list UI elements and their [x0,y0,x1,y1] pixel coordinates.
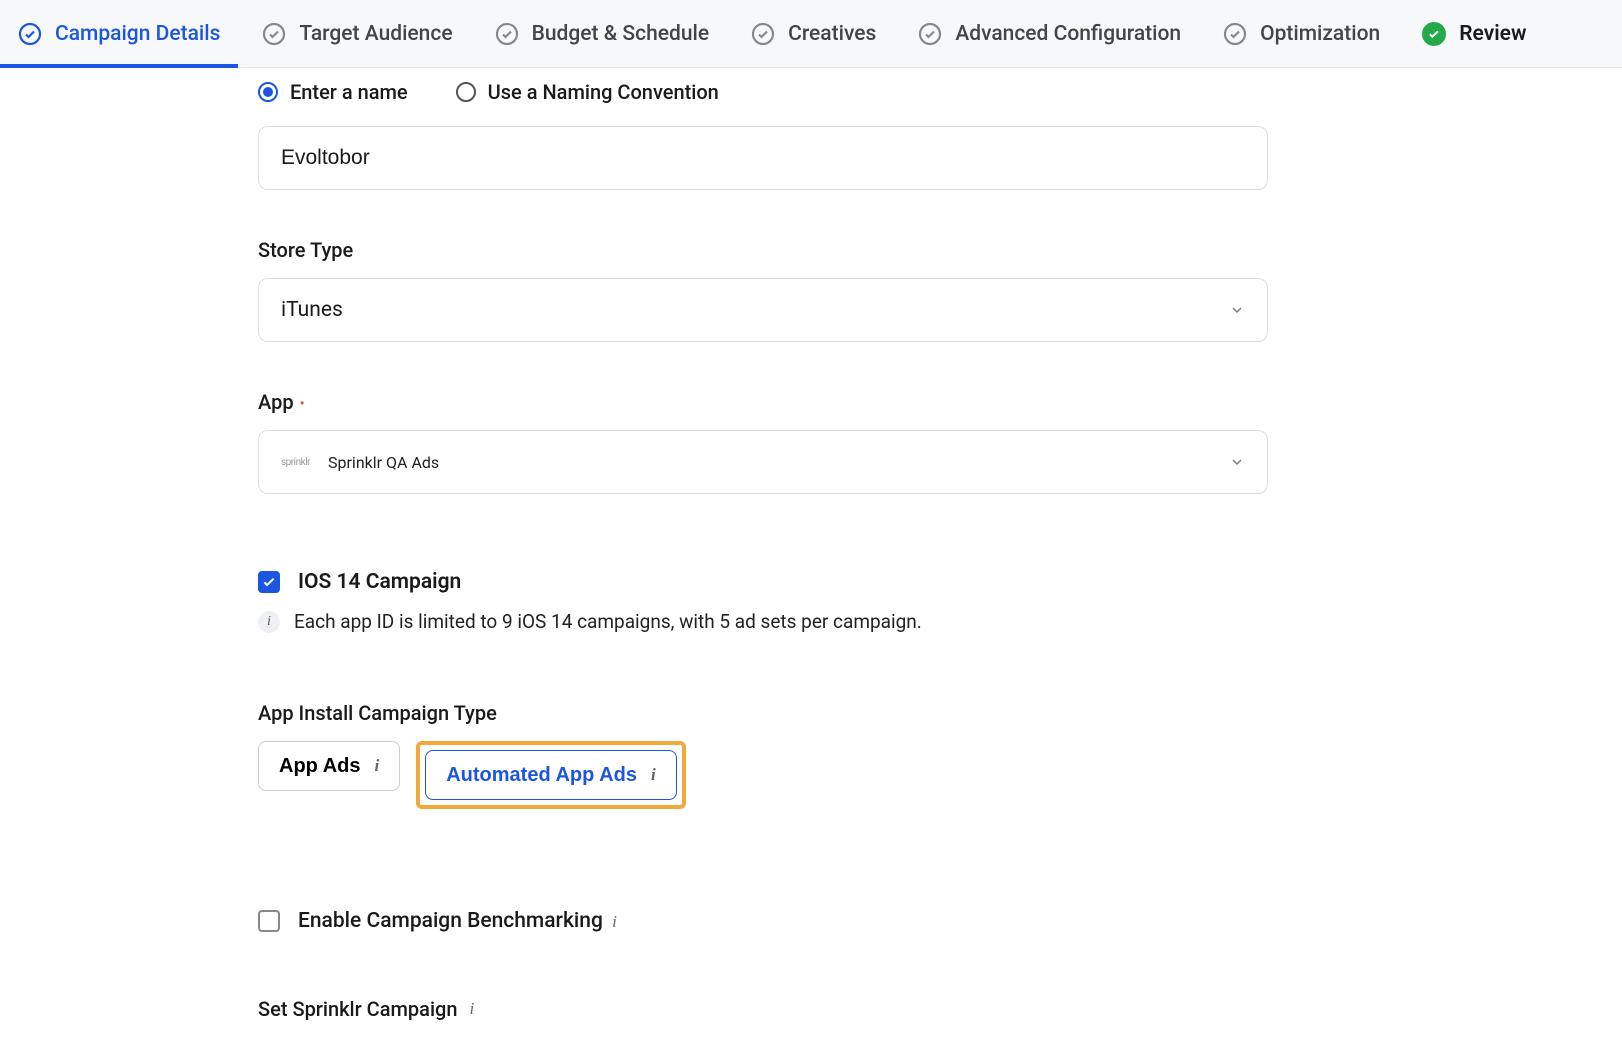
tab-label: Budget & Schedule [532,22,710,46]
type-option-automated-app-ads[interactable]: Automated App Ads i [425,750,676,800]
store-type-select[interactable]: iTunes [258,278,1268,342]
radio-enter-name[interactable]: Enter a name [258,80,408,104]
tab-label: Optimization [1260,22,1380,46]
type-option-label: App Ads [279,755,360,778]
app-logo-icon: sprinklr [281,457,310,468]
check-circle-icon [18,22,42,46]
app-value: sprinklr Sprinklr QA Ads [281,453,439,472]
info-icon: i [470,999,475,1019]
check-circle-icon [751,22,775,46]
wizard-tabs: Campaign Details Target Audience Budget … [0,0,1622,68]
check-circle-icon [918,22,942,46]
check-circle-filled-icon [1422,22,1446,46]
benchmarking-row: Enable Campaign Benchmarking i [258,909,1280,933]
tab-label: Advanced Configuration [955,22,1181,46]
check-circle-icon [262,22,286,46]
app-name: Sprinklr QA Ads [328,453,439,472]
chevron-down-icon [1229,302,1245,318]
tab-campaign-details[interactable]: Campaign Details [18,0,220,67]
type-option-label: Automated App Ads [446,764,637,787]
highlight-annotation: Automated App Ads i [416,741,685,809]
ios14-checkbox-row: IOS 14 Campaign [258,570,1280,594]
chevron-down-icon [1229,454,1245,470]
install-type-label: App Install Campaign Type [258,701,1280,725]
tab-review[interactable]: Review [1422,0,1526,67]
store-type-label: Store Type [258,238,1280,262]
benchmarking-label: Enable Campaign Benchmarking i [298,909,617,933]
info-icon: i [651,765,656,785]
ios14-checkbox[interactable] [258,571,280,593]
info-icon: i [612,912,617,932]
campaign-name-input[interactable] [258,126,1268,190]
radio-icon [258,82,278,102]
name-mode-radios: Enter a name Use a Naming Convention [258,80,1280,104]
tab-optimization[interactable]: Optimization [1223,0,1380,67]
tab-creatives[interactable]: Creatives [751,0,876,67]
app-label: App• [258,390,1280,414]
app-select[interactable]: sprinklr Sprinklr QA Ads [258,430,1268,494]
store-type-value: iTunes [281,298,343,322]
tab-label: Creatives [788,22,876,46]
radio-label: Use a Naming Convention [488,80,719,104]
info-icon: i [374,756,379,776]
tab-target-audience[interactable]: Target Audience [262,0,452,67]
radio-naming-convention[interactable]: Use a Naming Convention [456,80,719,104]
campaign-details-form: Enter a name Use a Naming Convention Sto… [0,68,1280,1061]
tab-label: Target Audience [299,22,452,46]
tab-advanced-configuration[interactable]: Advanced Configuration [918,0,1181,67]
set-sprinklr-label: Set Sprinklr Campaign i [258,997,1280,1021]
ios14-label: IOS 14 Campaign [298,570,461,594]
radio-label: Enter a name [290,80,408,104]
required-dot-icon: • [300,396,305,412]
install-type-options: App Ads i Automated App Ads i [258,741,1280,809]
benchmarking-checkbox[interactable] [258,910,280,932]
tab-budget-schedule[interactable]: Budget & Schedule [495,0,710,67]
check-circle-icon [1223,22,1247,46]
type-option-app-ads[interactable]: App Ads i [258,741,400,791]
radio-icon [456,82,476,102]
tab-label: Review [1459,22,1526,46]
ios14-info-text: Each app ID is limited to 9 iOS 14 campa… [294,610,922,633]
check-circle-icon [495,22,519,46]
tab-label: Campaign Details [55,22,220,46]
ios14-info-row: i Each app ID is limited to 9 iOS 14 cam… [258,610,1280,633]
info-icon: i [258,611,280,633]
